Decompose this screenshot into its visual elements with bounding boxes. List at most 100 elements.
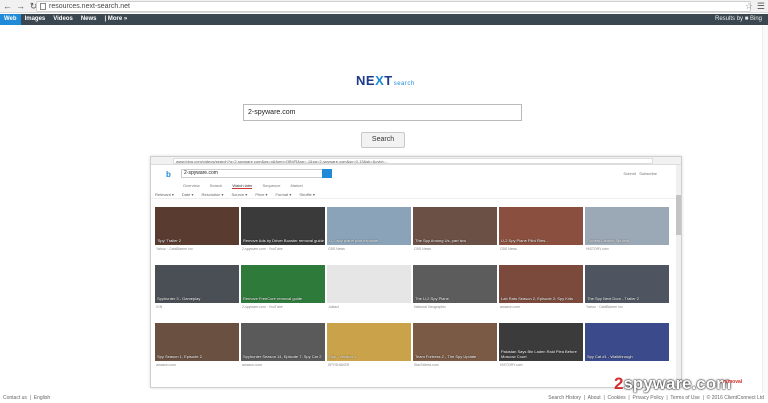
video-thumbnail: The Spy Next Door - Trailer 2: [585, 265, 669, 303]
video-card: Spy - Version 1 SPYSHAKER: [327, 323, 411, 381]
tab-images[interactable]: Images: [21, 14, 50, 25]
tab-videos[interactable]: Videos: [49, 14, 77, 25]
video-card: Jukiact: [327, 265, 411, 323]
video-caption: The Spy Next Door - Trailer 2: [587, 296, 640, 301]
video-caption: Spy Cat #1 - Walkthrough: [587, 354, 633, 359]
video-meta: amazon.com: [156, 363, 177, 367]
forward-icon[interactable]: →: [15, 1, 26, 12]
tab-web[interactable]: Web: [0, 14, 21, 25]
embedded-filter: Date ▾: [181, 192, 194, 197]
embedded-address-bar: www.bing.com/videos/search?q=2-spyware.c…: [173, 158, 653, 164]
video-meta: CBS News: [500, 247, 517, 251]
footer-right-links[interactable]: Search History | About | Cookies | Priva…: [548, 395, 764, 401]
video-thumbnail: Spy Cat #1 - Walkthrough: [585, 323, 669, 361]
video-meta: CBS News: [328, 247, 345, 251]
address-bar[interactable]: resources.next-search.net: [36, 1, 751, 12]
embedded-filter: Resolution ▾: [201, 192, 224, 197]
video-card: U-2 Spy Plane Pilot Flies... CBS News: [499, 207, 583, 265]
video-thumbnail: The Spy Among Us, part two: [413, 207, 497, 245]
search-button[interactable]: Search: [361, 132, 405, 148]
tab-more[interactable]: | More »: [101, 14, 132, 25]
video-meta: CBS News: [414, 247, 431, 251]
video-caption: Lab Rats Season 2, Episode 2: Spy Kids: [501, 296, 574, 301]
embedded-tab: Sequence: [262, 183, 281, 188]
watermark-text: spyware.com: [623, 374, 732, 393]
video-meta: amazon.com: [500, 305, 521, 309]
embedded-scrollbar: [676, 165, 681, 387]
video-meta: IGN: [156, 305, 163, 309]
video-meta: [585, 361, 669, 363]
embedded-tab-active: Watch later: [232, 183, 253, 189]
address-text: resources.next-search.net: [49, 3, 130, 10]
video-caption: Pakistan Says Bin Laden Raid Plea Before…: [501, 349, 577, 359]
video-thumbnail: Spyhunter Season 14, Episode 7: Spy Car …: [241, 323, 325, 361]
bing-logo: b: [166, 170, 171, 179]
embedded-screenshot: www.bing.com/videos/search?q=2-spyware.c…: [150, 156, 682, 388]
video-thumbnail: Remove FreeCore removal guide: [241, 265, 325, 303]
logo-text-x: X: [375, 73, 385, 88]
video-meta: HISTORY.com: [500, 363, 523, 367]
back-icon[interactable]: ←: [2, 1, 13, 12]
video-thumbnail: U-2 spy plane pilot explains...: [327, 207, 411, 245]
video-thumbnail: [327, 265, 411, 303]
video-caption: U-2 spy plane pilot explains...: [329, 238, 382, 243]
embedded-tabs: Overview Search Watch later Sequence Mar…: [183, 183, 303, 189]
video-meta: HISTORY.com: [586, 247, 609, 251]
embedded-filter: Source ▾: [231, 192, 248, 197]
logo-text-a: NE: [356, 73, 376, 88]
embedded-filter: Format ▾: [275, 192, 292, 197]
video-thumbnail: Spyhunter 3 - Gameplay: [155, 265, 239, 303]
video-card: Lab Rats Season 2, Episode 2: Spy Kids am…: [499, 265, 583, 323]
video-caption: Spyhunter Season 14, Episode 7: Spy Car …: [243, 354, 322, 359]
embedded-right-links: Submit Subscribe: [623, 171, 657, 176]
video-caption: Spyhunter 3 - Gameplay: [157, 296, 201, 301]
video-caption: 'Spy' Trailer 2: [157, 238, 181, 243]
video-caption: The Spy Among Us, part two: [415, 238, 466, 243]
video-meta: amazon.com: [242, 363, 263, 367]
results-by-bing: Results by ■ Bing: [715, 16, 762, 22]
video-caption: Remove Ads by Driver Booster removal gui…: [243, 238, 324, 243]
embedded-tab: Overview: [183, 183, 200, 188]
video-meta: Yahoo · CabiBlamer Inc: [156, 247, 193, 251]
watermark-tag: removal: [723, 379, 743, 385]
embedded-filter: Relevant ▾: [155, 192, 174, 197]
embedded-filter: Shuffle ▾: [299, 192, 315, 197]
video-thumbnail: 'Spy' Trailer 2: [155, 207, 239, 245]
embedded-filter: Price ▾: [255, 192, 268, 197]
video-thumbnail: Lab Rats Season 2, Episode 2: Spy Kids: [499, 265, 583, 303]
logo-text-b: T: [384, 73, 393, 88]
video-meta: Jukiact: [328, 305, 339, 309]
tab-news[interactable]: News: [77, 14, 101, 25]
video-card: Spyhunter Season 14, Episode 7: Spy Car …: [241, 323, 325, 381]
page-icon: [40, 3, 46, 10]
video-grid: 'Spy' Trailer 2 Yahoo · CabiBlamer Inc Rem…: [155, 207, 669, 381]
embedded-scroll-thumb: [676, 195, 681, 235]
footer-left-links[interactable]: Contact us | English: [3, 395, 50, 401]
browser-menu-icon[interactable]: ☰: [757, 1, 765, 12]
video-meta: 2-spyware.com · YouTube: [242, 247, 283, 251]
video-caption: Soviets Launch Sputnik: [587, 238, 629, 243]
video-thumbnail: Remove Ads by Driver Booster removal gui…: [241, 207, 325, 245]
embedded-header: b 2-spyware.com Overview Search Watch la…: [151, 165, 681, 199]
embedded-tab: Search: [209, 183, 223, 188]
video-meta: StarStArea.com: [414, 363, 439, 367]
video-card: Pakistan Says Bin Laden Raid Plea Before…: [499, 323, 583, 381]
video-meta: National Geographic: [414, 305, 446, 309]
video-caption: Spy - Version 1: [329, 354, 357, 359]
video-card: The Spy Among Us, part two CBS News: [413, 207, 497, 265]
watermark-logo: 2spyware.com: [614, 374, 731, 394]
search-nav-bar: Web Images Videos News | More » Results …: [0, 14, 768, 25]
bookmark-star-icon[interactable]: ☆: [745, 1, 753, 12]
search-input[interactable]: 2-spyware.com: [243, 104, 522, 121]
embedded-filters: Relevant ▾ Date ▾ Resolution ▾ Source ▾ …: [155, 192, 315, 197]
embedded-search-input: 2-spyware.com: [181, 169, 331, 178]
video-caption: The U-2 Spy Plane: [415, 296, 449, 301]
page-scrollbar[interactable]: [762, 26, 768, 393]
video-meta: Yahoo · CabiBlamer Inc: [586, 305, 623, 309]
video-card: 'Spy' Trailer 2 Yahoo · CabiBlamer Inc: [155, 207, 239, 265]
video-card: Remove FreeCore removal guide 2-spyware.c…: [241, 265, 325, 323]
video-meta: SPYSHAKER: [328, 363, 350, 367]
embedded-tab: Market: [290, 183, 303, 188]
video-card: The U-2 Spy Plane National Geographic: [413, 265, 497, 323]
video-thumbnail: Spy Season 1, Episode 2: [155, 323, 239, 361]
